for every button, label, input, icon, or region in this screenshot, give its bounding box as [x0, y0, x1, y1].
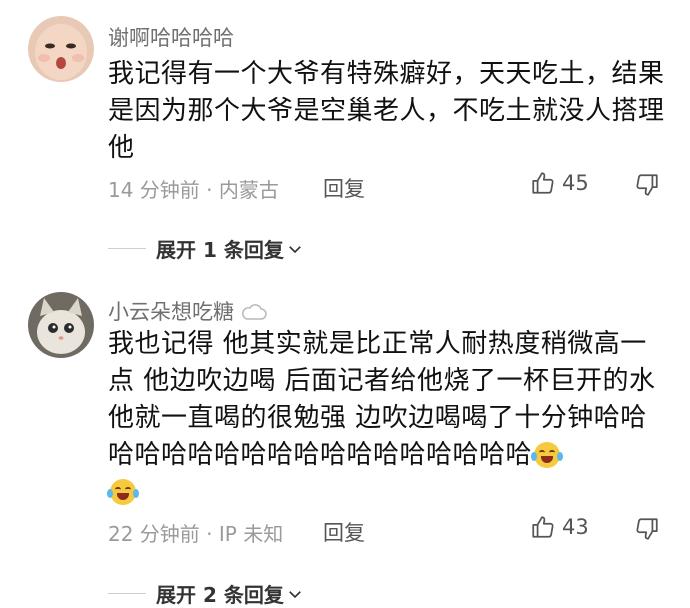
- divider: [108, 593, 146, 594]
- dislike-button[interactable]: [634, 172, 660, 202]
- like-count: 45: [562, 171, 589, 195]
- comment-text: 我记得有一个大爷有特殊癖好，天天吃土，结果是因为那个大爷是空巢老人，不吃土就没人…: [108, 59, 665, 163]
- like-button[interactable]: 45: [530, 170, 589, 196]
- dislike-button[interactable]: [634, 516, 660, 546]
- avatar[interactable]: [28, 292, 94, 358]
- reply-button[interactable]: 回复: [323, 173, 365, 203]
- like-button[interactable]: 43: [530, 514, 589, 540]
- expand-replies[interactable]: 展开 2 条回复: [108, 579, 304, 608]
- username[interactable]: 谢啊哈哈哈哈: [108, 22, 234, 52]
- reply-button[interactable]: 回复: [323, 517, 365, 547]
- username[interactable]: 小云朵想吃糖: [108, 296, 267, 326]
- laughing-crying-emoji-icon: [531, 442, 564, 468]
- username-text: 小云朵想吃糖: [108, 300, 234, 324]
- divider: [108, 248, 146, 249]
- laughing-crying-emoji-icon: [107, 479, 139, 505]
- thumbs-up-icon: [532, 516, 554, 538]
- expand-replies[interactable]: 展开 1 条回复: [108, 234, 304, 263]
- comment-text-content: 我也记得 他其实就是比正常人耐热度稍微高一点 他边吹边喝 后面记者给他烧了一杯巨…: [108, 329, 656, 470]
- thumbs-down-icon: [636, 174, 658, 196]
- comment-meta: 14 分钟前 · 内蒙古: [108, 178, 279, 202]
- like-count: 43: [562, 515, 589, 539]
- expand-replies-label: 展开 1 条回复: [156, 238, 284, 262]
- expand-replies-label: 展开 2 条回复: [156, 583, 284, 607]
- thumbs-up-icon: [532, 172, 554, 194]
- chevron-down-icon: [289, 245, 301, 253]
- avatar[interactable]: [28, 16, 94, 82]
- comment-text: 我也记得 他其实就是比正常人耐热度稍微高一点 他边吹边喝 后面记者给他烧了一杯巨…: [107, 326, 668, 511]
- comment-meta: 22 分钟前 · IP 未知: [108, 522, 284, 546]
- chevron-down-icon: [289, 590, 301, 598]
- cloud-icon: [241, 304, 267, 320]
- thumbs-down-icon: [636, 518, 658, 540]
